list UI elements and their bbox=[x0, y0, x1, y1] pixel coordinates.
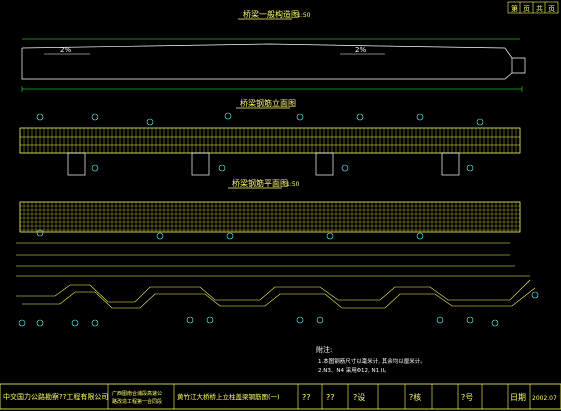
callout-marker bbox=[316, 316, 324, 324]
title-block-drawing-name: 黄竹江大桥桥上立柱盖梁钢筋图(一) bbox=[177, 392, 280, 401]
section3-title: 桥梁钢筋平面图 bbox=[232, 178, 288, 188]
callout-marker bbox=[296, 316, 304, 324]
title-block-date-label: 日期 bbox=[510, 393, 526, 402]
slope-label-right: 2% bbox=[355, 46, 366, 54]
callout-marker bbox=[466, 316, 474, 324]
general-elevation-outline bbox=[21, 38, 526, 92]
callout-marker bbox=[416, 113, 424, 121]
title-block-date-value: 2002.07 bbox=[532, 395, 557, 402]
callout-marker bbox=[156, 232, 164, 240]
callout-marker bbox=[326, 232, 334, 240]
cad-drawing-canvas[interactable]: 第 页 共 页 桥梁一般构造图 1:50 2% 2% 桥梁钢筋立面图 桥梁钢筋平… bbox=[0, 0, 561, 411]
callout-marker bbox=[476, 118, 484, 126]
callout-marker bbox=[91, 113, 99, 121]
header-box-3: 共 bbox=[536, 4, 543, 13]
header-box-4: 页 bbox=[548, 5, 555, 13]
callout-marker bbox=[356, 113, 364, 121]
callout-marker bbox=[36, 113, 44, 121]
header-box-1: 第 bbox=[511, 4, 518, 13]
callout-marker bbox=[296, 113, 304, 121]
callout-marker bbox=[416, 232, 424, 240]
title-block-design-label: ?设 bbox=[353, 392, 365, 402]
callout-marker bbox=[218, 164, 226, 172]
title-block-cell-q2: ?? bbox=[326, 393, 335, 402]
title-block-project-line1: 广西图南合浦段高速公 bbox=[112, 390, 162, 397]
callout-marker bbox=[91, 164, 99, 172]
note-2: 2.N3、N4 采用Φ12, N1 II。 bbox=[318, 366, 390, 374]
callout-marker bbox=[146, 118, 154, 126]
title-block-cell-q1: ?? bbox=[302, 393, 311, 402]
callout-marker bbox=[71, 319, 79, 327]
callout-marker bbox=[531, 291, 539, 299]
title-block-number-label: ?号 bbox=[461, 393, 473, 402]
callout-marker bbox=[436, 316, 444, 324]
rebar-plan-grid bbox=[19, 201, 521, 233]
slope-label-left: 2% bbox=[60, 46, 71, 54]
notes-title: 附注: bbox=[316, 345, 332, 354]
schedule-callout-markers bbox=[18, 291, 539, 327]
title-block-company: 中交国力公路勘察??工程有限公司 bbox=[3, 392, 108, 401]
section2-title: 桥梁钢筋立面图 bbox=[240, 98, 296, 108]
title-block-review-label: ?核 bbox=[409, 392, 421, 402]
section1-scale: 1:50 bbox=[297, 12, 311, 19]
rebar-schedule-lines bbox=[16, 242, 536, 309]
callout-marker bbox=[186, 316, 194, 324]
rebar-elevation-beam bbox=[19, 127, 521, 154]
callout-marker bbox=[226, 232, 234, 240]
callout-marker bbox=[36, 319, 44, 327]
callout-marker bbox=[466, 164, 474, 172]
note-1: 1.本图钢筋尺寸以毫米计, 其余均以厘米计。 bbox=[318, 357, 426, 365]
callout-marker bbox=[91, 319, 99, 327]
callout-marker bbox=[341, 164, 349, 172]
header-box-2: 页 bbox=[523, 5, 530, 13]
callout-marker bbox=[18, 319, 26, 327]
section1-title: 桥梁一般构造图 bbox=[243, 9, 299, 19]
callout-marker bbox=[224, 112, 232, 120]
callout-marker bbox=[491, 319, 499, 327]
callout-marker bbox=[206, 316, 214, 324]
rebar-elevation-piers bbox=[67, 152, 460, 176]
section3-scale: 1:50 bbox=[286, 181, 300, 188]
header-box-group: 第 页 共 页 bbox=[507, 1, 559, 14]
title-block-project-line2: 路改造工程第一合同段 bbox=[112, 398, 162, 405]
